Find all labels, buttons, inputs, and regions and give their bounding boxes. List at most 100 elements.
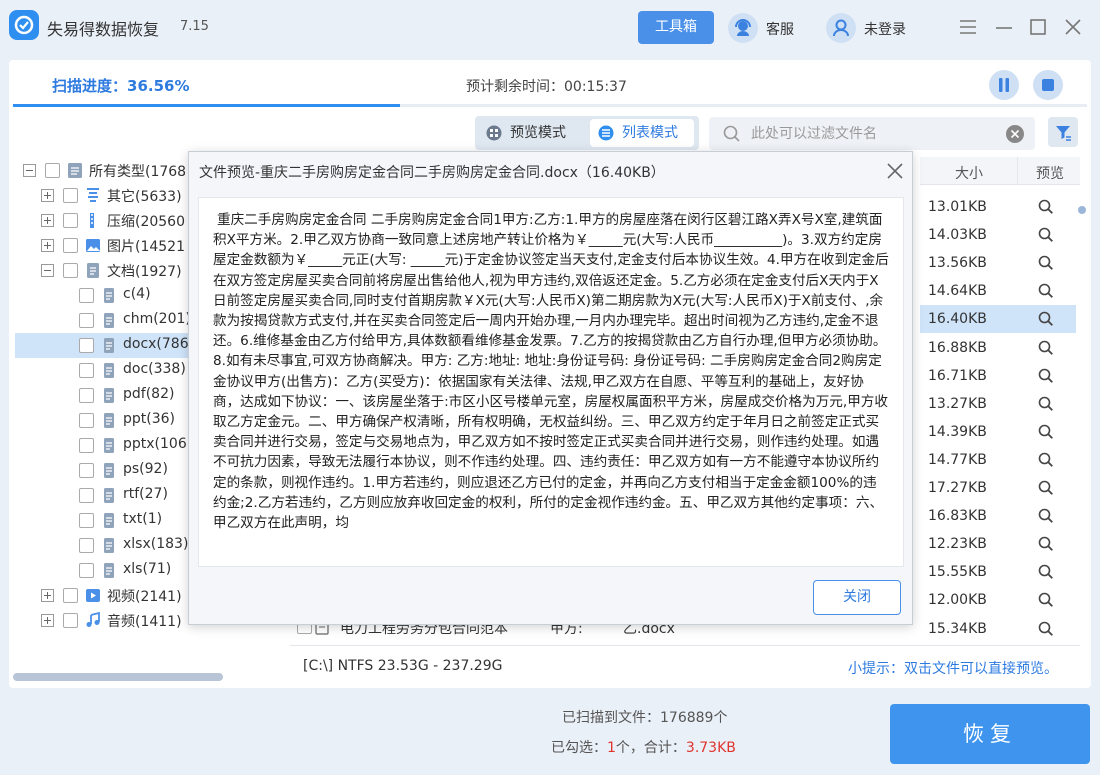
column-header-preview[interactable]: 预览: [1036, 163, 1064, 183]
size-cell[interactable]: 16.40KB: [920, 305, 1076, 333]
tree-item-doc-type-selected[interactable]: docx(786: [15, 333, 195, 358]
collapse-toggle[interactable]: [23, 164, 36, 177]
size-cell[interactable]: 15.55KB: [920, 558, 1076, 586]
tree-item-doc-type[interactable]: ps(92): [15, 458, 195, 483]
preview-search-icon[interactable]: [1038, 508, 1054, 528]
size-cell[interactable]: 17.27KB: [920, 474, 1076, 502]
tree-item-all[interactable]: 所有类型(1768: [15, 158, 195, 183]
size-cell[interactable]: 16.71KB: [920, 362, 1076, 390]
tree-item-label: doc(338): [123, 361, 186, 377]
horizontal-scrollbar[interactable]: [13, 673, 223, 681]
size-cell[interactable]: 14.77KB: [920, 446, 1076, 474]
preview-search-icon[interactable]: [1038, 199, 1054, 219]
tree-item-compressed[interactable]: 压缩(20560: [15, 208, 195, 233]
column-header-size[interactable]: 大小: [955, 163, 983, 183]
checkbox[interactable]: [63, 188, 78, 203]
checkbox[interactable]: [79, 488, 94, 503]
checkbox[interactable]: [63, 213, 78, 228]
tree-item-doc-type[interactable]: xls(71): [15, 558, 195, 583]
customer-service-icon[interactable]: [728, 13, 758, 43]
tree-item-doc-type[interactable]: xlsx(183): [15, 533, 195, 558]
tree-item-video[interactable]: 视频(2141): [15, 583, 195, 608]
preview-search-icon[interactable]: [1038, 536, 1054, 556]
tree-item-doc-type[interactable]: chm(201): [15, 308, 195, 333]
collapse-toggle[interactable]: [41, 264, 54, 277]
preview-search-icon[interactable]: [1038, 283, 1054, 303]
preview-mode-tab[interactable]: 预览模式: [480, 119, 584, 147]
preview-search-icon[interactable]: [1038, 368, 1054, 388]
preview-search-icon[interactable]: [1038, 340, 1054, 360]
customer-service-label[interactable]: 客服: [766, 19, 794, 39]
close-button[interactable]: 关闭: [813, 580, 901, 615]
tree-item-doc-type[interactable]: ppt(36): [15, 408, 195, 433]
checkbox[interactable]: [79, 563, 94, 578]
list-mode-tab[interactable]: 列表模式: [590, 119, 694, 147]
size-cell[interactable]: 12.00KB: [920, 586, 1076, 614]
checkbox[interactable]: [79, 363, 94, 378]
tree-item-images[interactable]: 图片(14521: [15, 233, 195, 258]
dialog-close-icon[interactable]: [885, 161, 905, 181]
vertical-scrollbar[interactable]: [1078, 206, 1086, 214]
preview-search-icon[interactable]: [1038, 255, 1054, 275]
minimize-icon[interactable]: [993, 16, 1015, 38]
list-mode-label: 列表模式: [622, 125, 678, 141]
size-cell[interactable]: 16.83KB: [920, 502, 1076, 530]
preview-search-icon[interactable]: [1038, 592, 1054, 612]
tree-item-doc-type[interactable]: doc(338): [15, 358, 195, 383]
checkbox[interactable]: [79, 388, 94, 403]
pause-button[interactable]: [989, 70, 1019, 100]
preview-search-icon[interactable]: [1038, 564, 1054, 584]
size-cell[interactable]: 13.27KB: [920, 390, 1076, 418]
size-cell[interactable]: 12.23KB: [920, 530, 1076, 558]
menu-icon[interactable]: [957, 16, 979, 38]
tree-item-audio[interactable]: 音频(1411): [15, 608, 195, 633]
expand-toggle[interactable]: [41, 214, 54, 227]
checkbox[interactable]: [63, 263, 78, 278]
filter-input[interactable]: [751, 117, 991, 150]
tree-item-doc-type[interactable]: rtf(27): [15, 483, 195, 508]
stop-button[interactable]: [1033, 70, 1063, 100]
tree-item-documents[interactable]: 文档(1927): [15, 258, 195, 283]
checkbox[interactable]: [79, 313, 94, 328]
expand-toggle[interactable]: [41, 239, 54, 252]
expand-toggle[interactable]: [41, 189, 54, 202]
checkbox[interactable]: [45, 163, 60, 178]
checkbox[interactable]: [79, 513, 94, 528]
preview-search-icon[interactable]: [1038, 452, 1054, 472]
maximize-icon[interactable]: [1027, 16, 1049, 38]
login-status[interactable]: 未登录: [864, 19, 906, 39]
size-cell[interactable]: 13.56KB: [920, 249, 1076, 277]
checkbox[interactable]: [63, 613, 78, 628]
expand-toggle[interactable]: [41, 589, 54, 602]
toolbox-button[interactable]: 工具箱: [638, 11, 714, 44]
tree-item-doc-type[interactable]: pptx(106: [15, 433, 195, 458]
size-cell[interactable]: 16.88KB: [920, 334, 1076, 362]
preview-search-icon[interactable]: [1038, 227, 1054, 247]
tree-item-doc-type[interactable]: c(4): [15, 283, 195, 308]
preview-search-icon[interactable]: [1038, 424, 1054, 444]
tree-item-doc-type[interactable]: txt(1): [15, 508, 195, 533]
checkbox[interactable]: [79, 413, 94, 428]
checkbox[interactable]: [63, 588, 78, 603]
size-cell[interactable]: 14.64KB: [920, 277, 1076, 305]
size-cell[interactable]: 14.03KB: [920, 221, 1076, 249]
user-avatar-icon[interactable]: [826, 13, 856, 43]
advanced-filter-button[interactable]: [1048, 117, 1078, 147]
clear-icon[interactable]: [1005, 124, 1025, 144]
checkbox[interactable]: [79, 438, 94, 453]
preview-search-icon[interactable]: [1038, 311, 1054, 331]
checkbox[interactable]: [79, 338, 94, 353]
size-cell[interactable]: 13.01KB: [920, 193, 1076, 221]
preview-search-icon[interactable]: [1038, 480, 1054, 500]
size-cell[interactable]: 14.39KB: [920, 418, 1076, 446]
checkbox[interactable]: [79, 538, 94, 553]
close-icon[interactable]: [1062, 16, 1084, 38]
tree-item-doc-type[interactable]: pdf(82): [15, 383, 195, 408]
recover-button[interactable]: 恢复: [890, 704, 1090, 764]
checkbox[interactable]: [63, 238, 78, 253]
expand-toggle[interactable]: [41, 614, 54, 627]
checkbox[interactable]: [79, 463, 94, 478]
preview-search-icon[interactable]: [1038, 396, 1054, 416]
tree-item-other[interactable]: 其它(5633): [15, 183, 195, 208]
checkbox[interactable]: [79, 288, 94, 303]
